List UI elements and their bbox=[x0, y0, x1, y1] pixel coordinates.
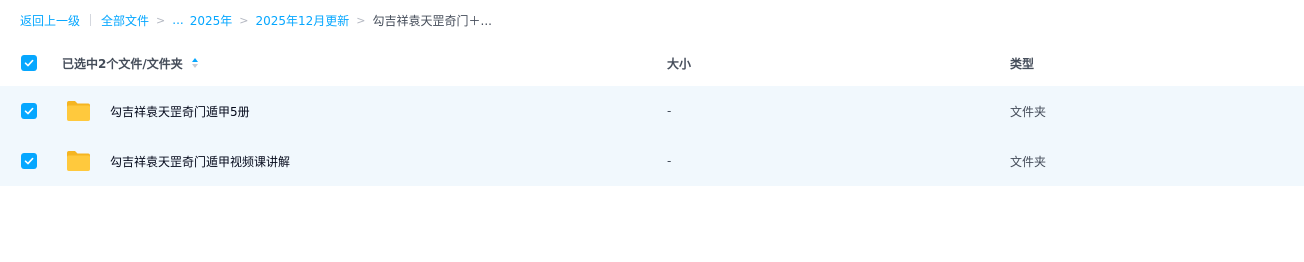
crumb-all-files[interactable]: 全部文件 bbox=[101, 12, 149, 29]
file-name[interactable]: 勾吉祥袁天罡奇门遁甲5册 bbox=[110, 103, 250, 120]
crumb-ellipsis[interactable]: ... bbox=[172, 13, 183, 27]
back-link[interactable]: 返回上一级 bbox=[20, 12, 80, 29]
table-header: 已选中2个文件/文件夹 大小 类型 bbox=[0, 40, 1304, 86]
chevron-right-icon: > bbox=[356, 13, 366, 27]
breadcrumb: 返回上一级 全部文件 > ... 2025年 > 2025年12月更新 > 勾吉… bbox=[20, 11, 492, 29]
sort-icon[interactable] bbox=[191, 57, 199, 69]
size-column-header[interactable]: 大小 bbox=[667, 55, 691, 72]
chevron-right-icon: > bbox=[239, 13, 249, 27]
table-row[interactable]: 勾吉祥袁天罡奇门遁甲视频课讲解 - 文件夹 bbox=[0, 136, 1304, 186]
file-type: 文件夹 bbox=[1010, 104, 1047, 119]
file-size: - bbox=[667, 104, 672, 118]
file-name[interactable]: 勾吉祥袁天罡奇门遁甲视频课讲解 bbox=[110, 153, 290, 170]
file-size: - bbox=[667, 154, 672, 168]
row-checkbox[interactable] bbox=[21, 153, 37, 169]
table-row[interactable]: 勾吉祥袁天罡奇门遁甲5册 - 文件夹 bbox=[0, 86, 1304, 136]
select-all-checkbox[interactable] bbox=[21, 55, 37, 71]
name-column-header[interactable]: 已选中2个文件/文件夹 bbox=[62, 55, 199, 72]
selection-count-label: 已选中2个文件/文件夹 bbox=[62, 56, 183, 71]
type-column-header[interactable]: 类型 bbox=[1010, 55, 1034, 72]
row-checkbox[interactable] bbox=[21, 103, 37, 119]
crumb-2025-12[interactable]: 2025年12月更新 bbox=[255, 12, 349, 29]
crumb-current: 勾吉祥袁天罡奇门＋... bbox=[372, 13, 492, 28]
check-icon bbox=[24, 107, 34, 115]
crumb-2025[interactable]: 2025年 bbox=[190, 12, 233, 29]
file-type: 文件夹 bbox=[1010, 154, 1047, 169]
folder-icon bbox=[67, 151, 90, 171]
check-icon bbox=[24, 59, 34, 67]
chevron-right-icon: > bbox=[156, 13, 166, 27]
check-icon bbox=[24, 157, 34, 165]
folder-icon bbox=[67, 101, 90, 121]
file-table: 已选中2个文件/文件夹 大小 类型 勾吉祥袁天罡奇门遁甲5册 - 文件夹 勾吉祥… bbox=[0, 40, 1304, 186]
breadcrumb-divider bbox=[90, 14, 92, 26]
